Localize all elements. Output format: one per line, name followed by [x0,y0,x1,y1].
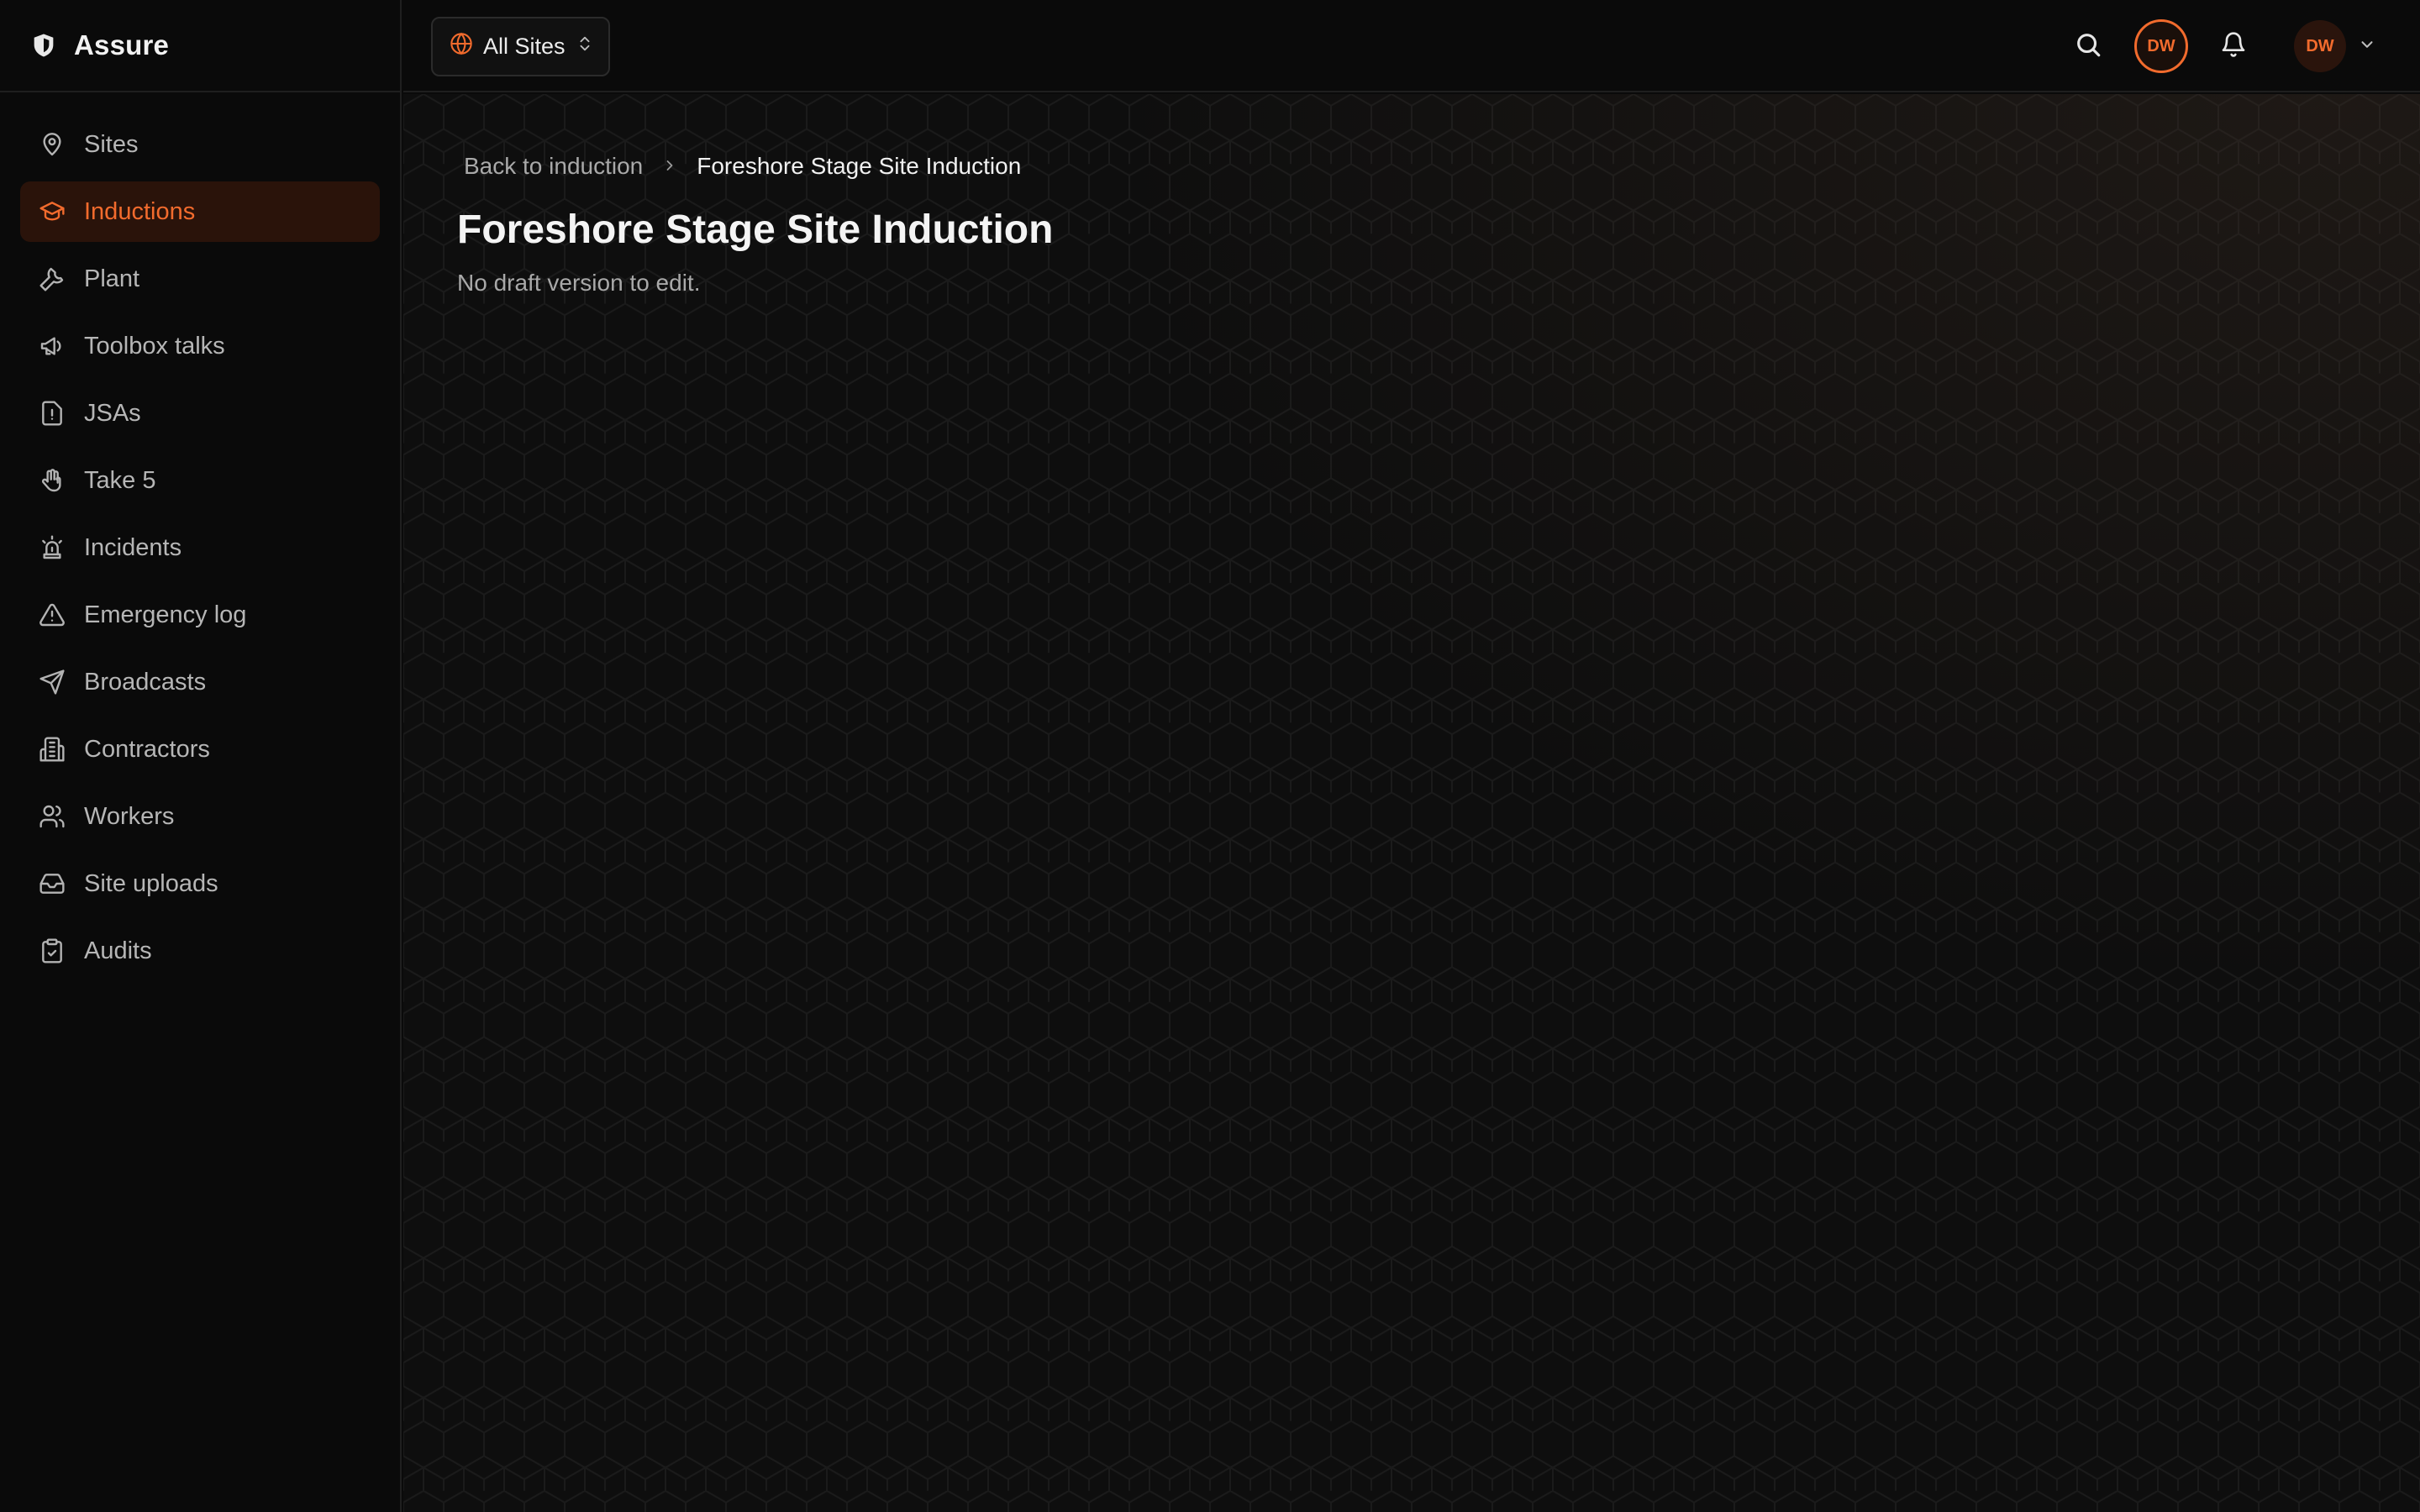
user-avatar: DW [2294,20,2346,72]
graduation-cap-icon [39,198,66,225]
users-icon [39,803,66,830]
site-selector-value: All Sites [483,34,566,59]
shield-logo-icon [29,30,59,60]
clipboard-check-icon [39,937,66,964]
sidebar-item-label: Incidents [84,533,182,561]
sidebar-item-jsas[interactable]: JSAs [20,383,380,444]
wrench-icon [39,265,66,292]
sidebar-item-label: JSAs [84,399,141,427]
sidebar-item-label: Emergency log [84,601,247,628]
sidebar-item-incidents[interactable]: Incidents [20,517,380,578]
search-button[interactable] [2071,29,2105,63]
chevron-right-icon [661,153,678,180]
sidebar-item-site-uploads[interactable]: Site uploads [20,853,380,914]
app-root: Assure Sites Inductions Plant Toolbox ta… [0,0,2420,1512]
sidebar-item-label: Workers [84,802,175,830]
warning-triangle-icon [39,601,66,628]
brand-name: Assure [74,29,170,60]
sidebar-item-inductions[interactable]: Inductions [20,181,380,242]
sidebar-item-plant[interactable]: Plant [20,249,380,309]
sidebar-item-label: Audits [84,937,152,964]
hand-icon [39,467,66,494]
file-alert-icon [39,400,66,427]
main-content: Back to induction Foreshore Stage Site I… [403,94,2420,1512]
building-icon [39,736,66,763]
sidebar-item-label: Contractors [84,735,210,763]
avatar[interactable]: DW [2134,19,2188,73]
send-icon [39,669,66,696]
user-menu-button[interactable]: DW [2294,19,2376,73]
sidebar: Assure Sites Inductions Plant Toolbox ta… [0,0,402,1512]
sidebar-item-toolbox-talks[interactable]: Toolbox talks [20,316,380,376]
megaphone-icon [39,333,66,360]
avatar-initials: DW [2147,36,2175,55]
sidebar-item-label: Plant [84,265,140,292]
sidebar-item-sites[interactable]: Sites [20,114,380,175]
chevrons-up-down-icon [576,33,594,60]
sidebar-item-label: Toolbox talks [84,332,225,360]
sidebar-item-workers[interactable]: Workers [20,786,380,847]
sidebar-item-contractors[interactable]: Contractors [20,719,380,780]
background-glow [403,94,2420,1512]
notifications-button[interactable] [2217,29,2250,63]
sidebar-item-audits[interactable]: Audits [20,921,380,981]
sidebar-nav: Sites Inductions Plant Toolbox talks JSA… [0,92,400,981]
sidebar-item-take-5[interactable]: Take 5 [20,450,380,511]
map-pin-icon [39,131,66,158]
chevron-down-icon [2358,35,2376,58]
bell-icon [2220,31,2247,62]
page-subtitle: No draft version to edit. [457,270,701,296]
inbox-icon [39,870,66,897]
page-header: Back to induction Foreshore Stage Site I… [457,153,1053,297]
search-icon [2074,30,2102,63]
brand[interactable]: Assure [0,0,400,92]
sidebar-item-label: Sites [84,130,139,158]
sidebar-item-broadcasts[interactable]: Broadcasts [20,652,380,712]
breadcrumb-current: Foreshore Stage Site Induction [697,153,1022,179]
siren-icon [39,534,66,561]
breadcrumb: Back to induction Foreshore Stage Site I… [457,153,1053,180]
breadcrumb-back-link[interactable]: Back to induction [464,153,643,180]
sidebar-item-label: Site uploads [84,869,218,897]
sidebar-item-label: Take 5 [84,466,156,494]
page-title: Foreshore Stage Site Induction [457,207,1054,252]
site-selector[interactable]: All Sites [431,17,610,76]
sidebar-item-emergency-log[interactable]: Emergency log [20,585,380,645]
topbar: All Sites DW DW [403,0,2420,92]
globe-icon [450,32,473,61]
sidebar-item-label: Broadcasts [84,668,207,696]
sidebar-item-label: Inductions [84,197,196,225]
